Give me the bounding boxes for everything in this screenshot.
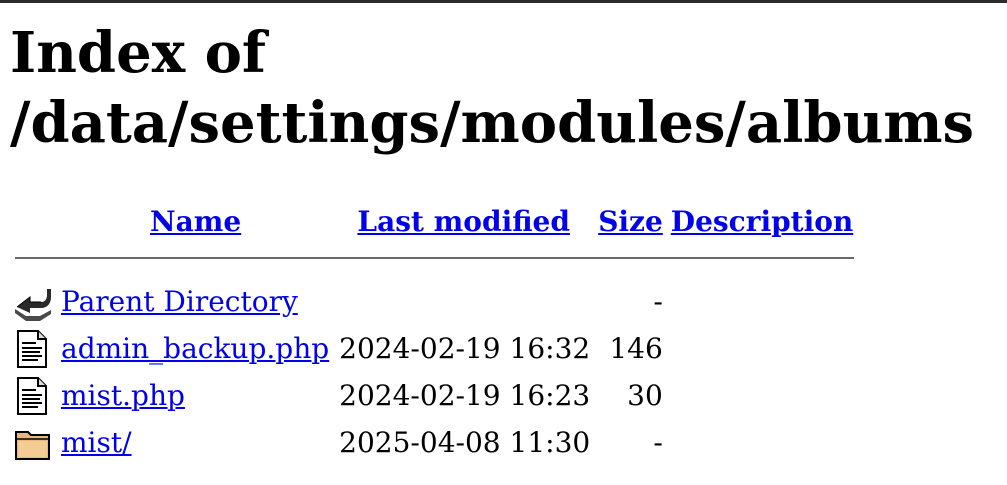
icon-column-header [12, 196, 58, 246]
sort-by-size-link[interactable]: Size [598, 205, 663, 238]
file-link-mist-php[interactable]: mist.php [61, 379, 185, 412]
back-icon [14, 283, 52, 321]
description-column-header: Description [667, 196, 857, 246]
top-border [0, 0, 1007, 3]
sort-by-name-link[interactable]: Name [150, 205, 241, 238]
entry-size: - [653, 285, 663, 318]
header-divider [15, 257, 855, 259]
entry-size: - [653, 426, 663, 459]
folder-link-mist[interactable]: mist/ [61, 426, 132, 459]
entry-date: 2024-02-19 16:23 [339, 379, 591, 412]
table-row: admin_backup.php 2024-02-19 16:32 146 [12, 325, 857, 372]
entry-description [667, 325, 857, 372]
directory-listing-table: Name Last modified Size Description Pare [12, 196, 857, 466]
table-header-row: Name Last modified Size Description [12, 196, 857, 246]
table-row: mist.php 2024-02-19 16:23 30 [12, 372, 857, 419]
sort-by-description-link[interactable]: Description [671, 205, 853, 238]
entry-size: 146 [609, 332, 663, 365]
parent-directory-link[interactable]: Parent Directory [61, 285, 298, 318]
size-column-header: Size [594, 196, 667, 246]
entry-size: 30 [627, 379, 663, 412]
header-divider-row [12, 246, 857, 270]
entry-date: 2025-04-08 11:30 [339, 426, 591, 459]
last-modified-column-header: Last modified [333, 196, 594, 246]
name-column-header: Name [58, 196, 333, 246]
file-link-admin-backup[interactable]: admin_backup.php [61, 332, 329, 365]
folder-icon [14, 424, 52, 462]
table-row: mist/ 2025-04-08 11:30 - [12, 419, 857, 466]
entry-date: 2024-02-19 16:32 [339, 332, 591, 365]
table-row: Parent Directory - [12, 278, 857, 325]
text-file-icon [14, 329, 52, 368]
sort-by-last-modified-link[interactable]: Last modified [357, 205, 570, 238]
page-title: Index of /data/settings/modules/albums [10, 20, 975, 156]
entry-description [667, 278, 857, 325]
text-file-icon [14, 376, 52, 415]
entry-description [667, 419, 857, 466]
entry-description [667, 372, 857, 419]
entry-date [333, 278, 594, 325]
